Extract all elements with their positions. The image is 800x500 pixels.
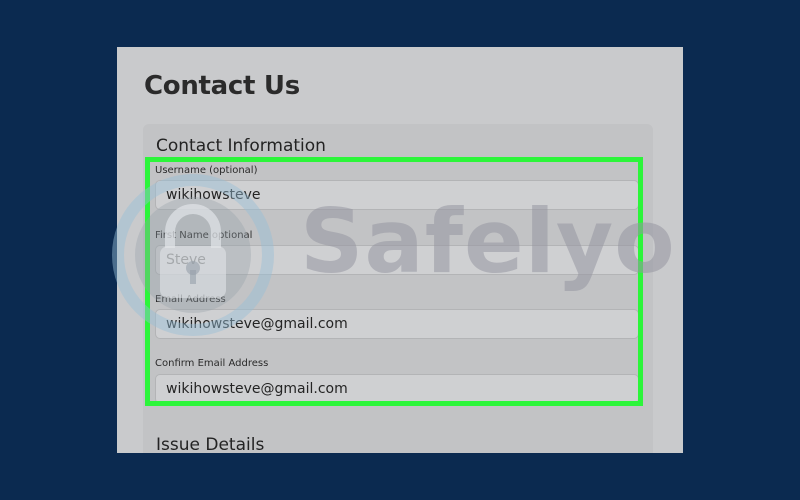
contact-information-heading: Contact Information <box>156 136 326 156</box>
page-title: Contact Us <box>144 71 300 101</box>
green-highlight-box <box>145 157 643 406</box>
issue-details-heading: Issue Details <box>156 435 265 453</box>
